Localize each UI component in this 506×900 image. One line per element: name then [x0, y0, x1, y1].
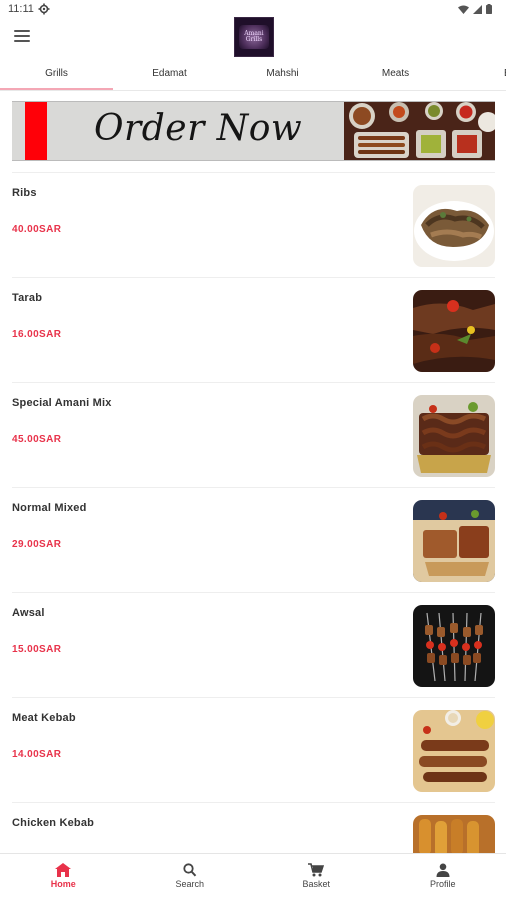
meat-kebab-image [413, 710, 495, 792]
item-price: 16.00SAR [12, 329, 62, 340]
home-icon [55, 863, 72, 877]
nav-basket[interactable]: Basket [253, 854, 380, 900]
category-tabs: Grills Edamat Mahshi Meats Bi [0, 60, 506, 90]
item-name: Special Amani Mix [12, 397, 112, 409]
item-name: Normal Mixed [12, 502, 87, 514]
search-icon [183, 863, 196, 877]
nav-profile[interactable]: Profile [380, 854, 506, 900]
menu-item[interactable]: Special Amani Mix 45.00SAR [12, 382, 495, 487]
order-now-banner[interactable]: Order Now [12, 101, 495, 161]
nav-search-label: Search [175, 879, 205, 889]
menu-item[interactable]: Awsal 15.00SAR [12, 592, 495, 697]
tarab-image [413, 290, 495, 372]
tab-divider [0, 90, 506, 91]
wifi-icon [458, 5, 469, 14]
item-price: 14.00SAR [12, 749, 62, 760]
normal-mixed-image [413, 500, 495, 582]
hamburger-menu-icon[interactable] [14, 30, 30, 42]
nav-home-label: Home [50, 879, 76, 889]
banner-red-stripe [25, 102, 47, 160]
item-price: 29.00SAR [12, 539, 62, 550]
item-name: Ribs [12, 187, 37, 199]
tab-mahshi[interactable]: Mahshi [226, 60, 339, 90]
tab-grills[interactable]: Grills [0, 60, 113, 90]
battery-icon [486, 4, 492, 14]
menu-item-list: Ribs 40.00SAR Tarab 16.00SAR Special Ama… [12, 172, 495, 900]
nav-profile-label: Profile [429, 879, 456, 889]
tab-edamat[interactable]: Edamat [113, 60, 226, 90]
item-price: 45.00SAR [12, 434, 62, 445]
tab-meats[interactable]: Meats [339, 60, 452, 90]
special-mix-image [413, 395, 495, 477]
nav-search[interactable]: Search [127, 854, 254, 900]
cart-icon [308, 863, 325, 877]
logo-text: Amani Grills [239, 25, 269, 49]
signal-icon [473, 4, 482, 14]
ribs-image [413, 185, 495, 267]
item-name: Tarab [12, 292, 43, 304]
app-header: Amani Grills [0, 14, 506, 60]
menu-item[interactable]: Normal Mixed 29.00SAR [12, 487, 495, 592]
restaurant-logo: Amani Grills [234, 17, 274, 57]
banner-text: Order Now [94, 108, 303, 149]
item-name: Meat Kebab [12, 712, 76, 724]
item-name: Chicken Kebab [12, 817, 95, 829]
menu-item[interactable]: Tarab 16.00SAR [12, 277, 495, 382]
item-price: 15.00SAR [12, 644, 62, 655]
item-name: Awsal [12, 607, 45, 619]
nav-basket-label: Basket [302, 879, 330, 889]
tab-partial[interactable]: Bi [452, 60, 506, 90]
status-icons [458, 4, 492, 14]
banner-food-image [344, 102, 495, 160]
awsal-image [413, 605, 495, 687]
person-icon [436, 863, 450, 877]
item-price: 40.00SAR [12, 224, 62, 235]
nav-home[interactable]: Home [0, 854, 127, 900]
bottom-navigation: Home Search Basket Profile [0, 853, 506, 900]
menu-item[interactable]: Meat Kebab 14.00SAR [12, 697, 495, 802]
menu-item[interactable]: Ribs 40.00SAR [12, 172, 495, 277]
